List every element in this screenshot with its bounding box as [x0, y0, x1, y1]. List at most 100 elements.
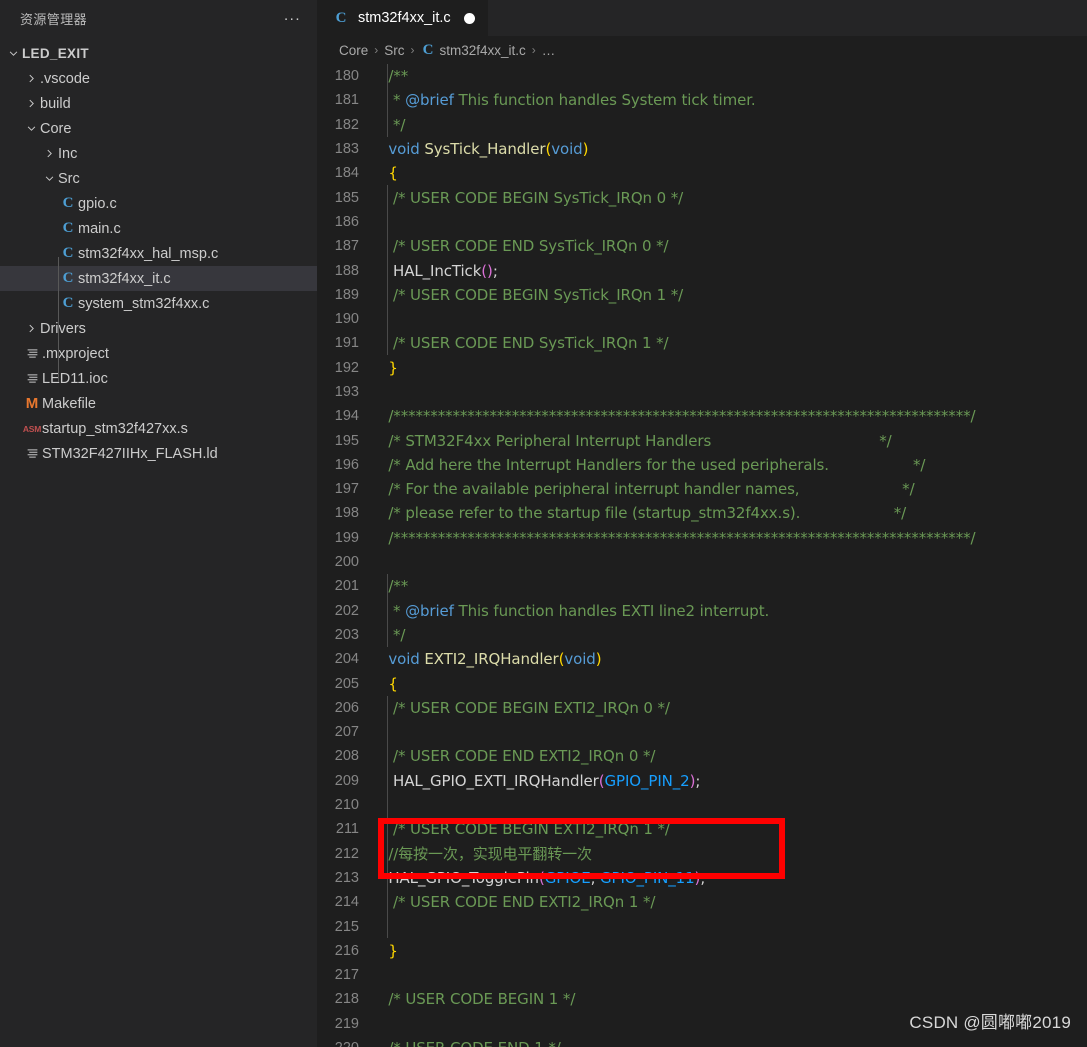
code-line[interactable]: 189 /* USER CODE BEGIN SysTick_IRQn 1 */ [317, 283, 1087, 307]
chevron-right-icon[interactable] [22, 73, 40, 84]
line-number: 205 [334, 675, 359, 692]
csdn-watermark: CSDN @圆嘟嘟2019 [909, 1013, 1071, 1032]
code-line[interactable]: 213 HAL_GPIO_TogglePin(GPIOE, GPIO_PIN_1… [317, 866, 1087, 890]
line-number: 209 [334, 772, 359, 789]
code-line[interactable]: 204 void EXTI2_IRQHandler(void) [317, 647, 1087, 671]
code-line[interactable]: 195 /* STM32F4xx Peripheral Interrupt Ha… [317, 428, 1087, 452]
tree-item-makefile[interactable]: M Makefile [0, 391, 317, 416]
code-line[interactable]: 180 /** [317, 64, 1087, 88]
line-number: 198 [334, 505, 359, 522]
code-line[interactable]: 214 /* USER CODE END EXTI2_IRQn 1 */ [317, 890, 1087, 914]
code-text: HAL_GPIO_TogglePin(GPIOE, GPIO_PIN_11); [388, 868, 706, 887]
breadcrumb-item-src[interactable]: Src [384, 43, 404, 58]
chevron-right-icon[interactable] [22, 98, 40, 109]
line-number: 184 [334, 165, 359, 182]
code-line[interactable]: 217 [317, 963, 1087, 987]
code-line[interactable]: 206 /* USER CODE BEGIN EXTI2_IRQn 0 */ [317, 696, 1087, 720]
breadcrumb-item-overflow[interactable]: … [542, 43, 556, 58]
tree-item-led11-ioc[interactable]: LED11.ioc [0, 366, 317, 391]
code-line[interactable]: 201 /** [317, 574, 1087, 598]
code-line[interactable]: 200 [317, 550, 1087, 574]
code-line[interactable]: 210 [317, 793, 1087, 817]
code-line[interactable]: 182 */ [317, 113, 1087, 137]
tree-item-mxproject[interactable]: .mxproject [0, 341, 317, 366]
tree-item-drivers[interactable]: Drivers [0, 316, 317, 341]
line-number: 199 [334, 529, 359, 546]
code-line[interactable]: 188 HAL_IncTick(); [317, 258, 1087, 282]
code-line[interactable]: 184 { [317, 161, 1087, 185]
tree-item-inc[interactable]: Inc [0, 141, 317, 166]
tree-item-core[interactable]: Core [0, 116, 317, 141]
tree-item-gpio-c[interactable]: Cgpio.c [0, 191, 317, 216]
code-line[interactable]: 203 */ [317, 623, 1087, 647]
tree-item-stm32f427iihx-flash-ld[interactable]: STM32F427IIHx_FLASH.ld [0, 441, 317, 466]
code-line[interactable]: 181 * @brief This function handles Syste… [317, 88, 1087, 112]
more-actions-icon[interactable]: ... [284, 8, 301, 27]
line-number: 190 [334, 311, 359, 328]
code-line[interactable]: 205 { [317, 671, 1087, 695]
code-line[interactable]: 212 //每按一次，实现电平翻转一次 [317, 842, 1087, 866]
chevron-right-icon[interactable] [22, 323, 40, 334]
tree-item-stm32f4xx-hal-msp-c[interactable]: Cstm32f4xx_hal_msp.c [0, 241, 317, 266]
c-file-icon: C [62, 295, 74, 311]
tree-item-stm32f4xx-it-c[interactable]: Cstm32f4xx_it.c [0, 266, 317, 291]
code-editor[interactable]: 180 /** 181 * @brief This function handle… [317, 64, 1087, 1047]
line-number: 183 [334, 141, 359, 158]
tree-item-startup-stm32f427xx-s[interactable]: ASM startup_stm32f427xx.s [0, 416, 317, 441]
code-line[interactable]: 183 void SysTick_Handler(void) [317, 137, 1087, 161]
line-number: 207 [334, 724, 359, 741]
unsaved-indicator-icon[interactable] [463, 12, 475, 24]
code-line[interactable]: 207 [317, 720, 1087, 744]
tree-item-label: Src [58, 170, 80, 187]
code-text: /* USER CODE END EXTI2_IRQn 0 */ [379, 747, 656, 766]
code-text: } [388, 358, 398, 377]
tree-item-label: LED11.ioc [42, 370, 108, 387]
code-line[interactable]: 216 } [317, 939, 1087, 963]
tree-item-build[interactable]: build [0, 91, 317, 116]
tree-root-led-exit[interactable]: LED_EXIT [0, 41, 317, 66]
tree-item-system-stm32f4xx-c[interactable]: Csystem_stm32f4xx.c [0, 291, 317, 316]
code-line[interactable]: 192 } [317, 356, 1087, 380]
code-line[interactable]: 186 [317, 210, 1087, 234]
line-number: 185 [334, 189, 359, 206]
tree-item-label: gpio.c [78, 195, 117, 212]
code-text: /* USER CODE BEGIN SysTick_IRQn 0 */ [379, 188, 684, 207]
breadcrumb-item-file[interactable]: C stm32f4xx_it.c [421, 42, 526, 59]
tree-item-label: startup_stm32f427xx.s [42, 420, 188, 437]
tree-indent-guide [58, 257, 59, 382]
line-number: 200 [334, 554, 359, 571]
code-line[interactable]: 187 /* USER CODE END SysTick_IRQn 0 */ [317, 234, 1087, 258]
code-line[interactable]: 197 /* For the available peripheral inte… [317, 477, 1087, 501]
editor-scrollbar[interactable] [1073, 64, 1087, 1047]
config-file-icon [22, 372, 42, 385]
code-line[interactable]: 199 /***********************************… [317, 526, 1087, 550]
code-text: /* USER CODE BEGIN EXTI2_IRQn 0 */ [379, 698, 670, 717]
code-line[interactable]: 191 /* USER CODE END SysTick_IRQn 1 */ [317, 331, 1087, 355]
code-line[interactable]: 209 HAL_GPIO_EXTI_IRQHandler(GPIO_PIN_2)… [317, 769, 1087, 793]
line-number: 194 [334, 408, 359, 425]
code-indent-guide [387, 696, 388, 938]
line-number: 206 [334, 699, 359, 716]
chevron-down-icon[interactable] [22, 123, 40, 134]
line-number: 218 [334, 991, 359, 1008]
chevron-down-icon[interactable] [40, 173, 58, 184]
tree-item-vscode[interactable]: .vscode [0, 66, 317, 91]
config-file-icon [22, 447, 42, 460]
code-line[interactable]: 220 /* USER CODE END 1 */ [317, 1036, 1087, 1047]
breadcrumb-item-core[interactable]: Core [339, 43, 368, 58]
code-line[interactable]: 202 * @brief This function handles EXTI … [317, 599, 1087, 623]
tree-item-src[interactable]: Src [0, 166, 317, 191]
line-number: 219 [334, 1015, 359, 1032]
code-line[interactable]: 211 /* USER CODE BEGIN EXTI2_IRQn 1 */ [317, 817, 1087, 841]
code-line[interactable]: 198 /* please refer to the startup file … [317, 501, 1087, 525]
chevron-right-icon[interactable] [40, 148, 58, 159]
code-line[interactable]: 208 /* USER CODE END EXTI2_IRQn 0 */ [317, 744, 1087, 768]
code-line[interactable]: 196 /* Add here the Interrupt Handlers f… [317, 453, 1087, 477]
code-line[interactable]: 185 /* USER CODE BEGIN SysTick_IRQn 0 */ [317, 185, 1087, 209]
code-line[interactable]: 190 [317, 307, 1087, 331]
code-line[interactable]: 215 [317, 914, 1087, 938]
code-line[interactable]: 193 [317, 380, 1087, 404]
code-line[interactable]: 194 /***********************************… [317, 404, 1087, 428]
tree-item-main-c[interactable]: Cmain.c [0, 216, 317, 241]
tab-stm32f4xx-it-c[interactable]: C stm32f4xx_it.c [317, 0, 488, 36]
